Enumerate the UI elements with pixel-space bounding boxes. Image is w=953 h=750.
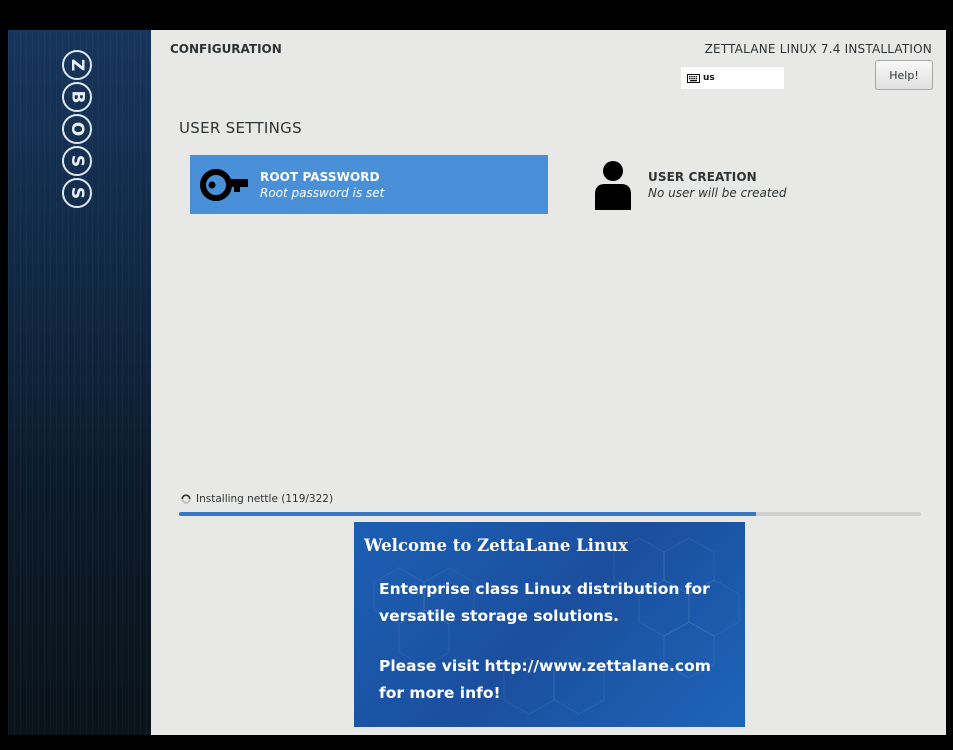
banner-title: Welcome to ZettaLane Linux [364, 536, 628, 555]
installer-window: Z B O S S CONFIGURATION ZETTALANE LINUX … [8, 30, 946, 735]
progress-fill [179, 512, 756, 516]
banner-line-3: Please visit http://www.zettalane.com [379, 657, 711, 675]
progress-status: Installing nettle (119/322) [181, 493, 333, 505]
key-icon [200, 168, 248, 201]
keyboard-layout-label: us [703, 73, 715, 83]
root-password-title: ROOT PASSWORD [260, 169, 380, 184]
zboss-logo: Z B O S S [62, 50, 92, 210]
welcome-banner: Welcome to ZettaLane Linux Enterprise cl… [354, 522, 745, 727]
user-icon [595, 160, 631, 210]
keyboard-icon [687, 73, 700, 83]
root-password-status: Root password is set [260, 185, 385, 200]
banner-line-2: versatile storage solutions. [379, 607, 620, 625]
root-password-spoke[interactable]: ROOT PASSWORD Root password is set [190, 155, 548, 214]
section-title: USER SETTINGS [179, 119, 302, 137]
spinner-icon [181, 494, 191, 504]
user-creation-title: USER CREATION [648, 169, 757, 184]
main-panel: CONFIGURATION ZETTALANE LINUX 7.4 INSTAL… [151, 30, 946, 735]
keyboard-layout-indicator[interactable]: us [681, 67, 784, 89]
banner-line-1: Enterprise class Linux distribution for [379, 580, 710, 598]
sidebar: Z B O S S [8, 30, 151, 735]
help-button[interactable]: Help! [875, 60, 933, 90]
progress-text: Installing nettle (119/322) [196, 493, 334, 505]
banner-line-4: for more info! [379, 684, 501, 702]
user-creation-status: No user will be created [648, 185, 787, 200]
user-creation-spoke[interactable]: USER CREATION No user will be created [578, 155, 946, 214]
installation-title: ZETTALANE LINUX 7.4 INSTALLATION [704, 42, 932, 56]
page-title: CONFIGURATION [170, 42, 282, 56]
install-progress-bar [179, 512, 921, 516]
